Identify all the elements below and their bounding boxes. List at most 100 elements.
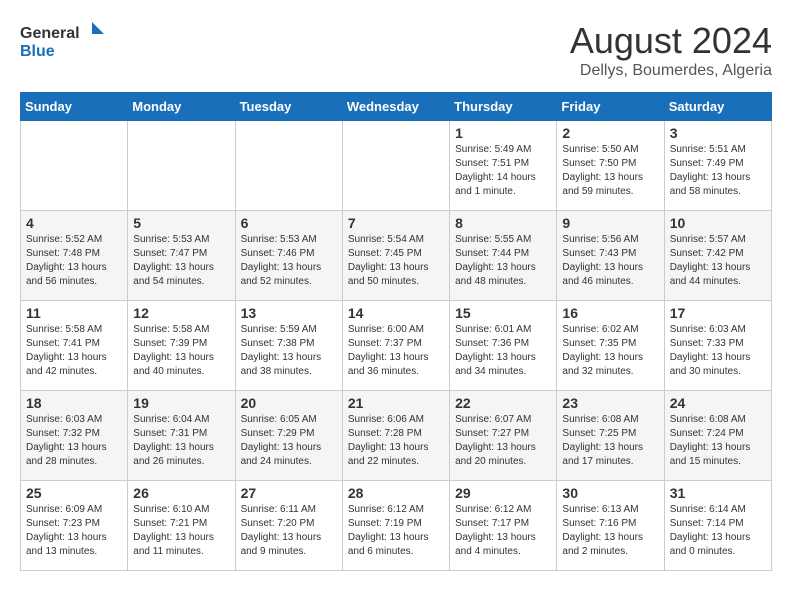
day-cell: 6 Sunrise: 5:53 AM Sunset: 7:46 PM Daylig…	[235, 211, 342, 301]
day-info: Sunrise: 6:03 AM Sunset: 7:32 PM Dayligh…	[26, 413, 122, 469]
day-cell	[128, 121, 235, 211]
day-info: Sunrise: 6:10 AM Sunset: 7:21 PM Dayligh…	[133, 503, 229, 559]
day-info: Sunrise: 6:03 AM Sunset: 7:33 PM Dayligh…	[670, 323, 766, 379]
day-number: 30	[562, 485, 658, 501]
day-cell: 11 Sunrise: 5:58 AM Sunset: 7:41 PM Dayli…	[21, 301, 128, 391]
day-cell: 26 Sunrise: 6:10 AM Sunset: 7:21 PM Dayli…	[128, 481, 235, 571]
day-info: Sunrise: 6:01 AM Sunset: 7:36 PM Dayligh…	[455, 323, 551, 379]
day-info: Sunrise: 6:08 AM Sunset: 7:24 PM Dayligh…	[670, 413, 766, 469]
day-number: 28	[348, 485, 444, 501]
week-row-1: 1 Sunrise: 5:49 AM Sunset: 7:51 PM Daylig…	[21, 121, 772, 211]
header-cell-saturday: Saturday	[664, 93, 771, 121]
day-info: Sunrise: 6:11 AM Sunset: 7:20 PM Dayligh…	[241, 503, 337, 559]
svg-text:General: General	[20, 25, 80, 42]
day-cell: 28 Sunrise: 6:12 AM Sunset: 7:19 PM Dayli…	[342, 481, 449, 571]
logo: General Blue	[20, 20, 110, 65]
day-number: 12	[133, 305, 229, 321]
day-cell: 22Sunrise: 6:07 AM Sunset: 7:27 PM Dayli…	[450, 391, 557, 481]
day-cell: 7 Sunrise: 5:54 AM Sunset: 7:45 PM Daylig…	[342, 211, 449, 301]
day-info: Sunrise: 5:59 AM Sunset: 7:38 PM Dayligh…	[241, 323, 337, 379]
week-row-5: 25Sunrise: 6:09 AM Sunset: 7:23 PM Dayli…	[21, 481, 772, 571]
day-number: 10	[670, 215, 766, 231]
day-info: Sunrise: 6:13 AM Sunset: 7:16 PM Dayligh…	[562, 503, 658, 559]
day-number: 26	[133, 485, 229, 501]
day-number: 23	[562, 395, 658, 411]
day-cell: 3 Sunrise: 5:51 AM Sunset: 7:49 PM Daylig…	[664, 121, 771, 211]
title-block: August 2024 Dellys, Boumerdes, Algeria	[570, 20, 772, 80]
day-cell: 15 Sunrise: 6:01 AM Sunset: 7:36 PM Dayli…	[450, 301, 557, 391]
svg-text:Blue: Blue	[20, 43, 55, 60]
day-cell: 8Sunrise: 5:55 AM Sunset: 7:44 PM Daylig…	[450, 211, 557, 301]
day-info: Sunrise: 6:12 AM Sunset: 7:19 PM Dayligh…	[348, 503, 444, 559]
day-cell: 21 Sunrise: 6:06 AM Sunset: 7:28 PM Dayli…	[342, 391, 449, 481]
day-cell: 10 Sunrise: 5:57 AM Sunset: 7:42 PM Dayli…	[664, 211, 771, 301]
day-info: Sunrise: 6:06 AM Sunset: 7:28 PM Dayligh…	[348, 413, 444, 469]
day-info: Sunrise: 6:12 AM Sunset: 7:17 PM Dayligh…	[455, 503, 551, 559]
day-cell: 30 Sunrise: 6:13 AM Sunset: 7:16 PM Dayli…	[557, 481, 664, 571]
day-info: Sunrise: 6:05 AM Sunset: 7:29 PM Dayligh…	[241, 413, 337, 469]
day-number: 1	[455, 125, 551, 141]
day-number: 25	[26, 485, 122, 501]
location: Dellys, Boumerdes, Algeria	[570, 62, 772, 80]
day-info: Sunrise: 5:53 AM Sunset: 7:47 PM Dayligh…	[133, 233, 229, 289]
day-number: 14	[348, 305, 444, 321]
day-info: Sunrise: 5:58 AM Sunset: 7:39 PM Dayligh…	[133, 323, 229, 379]
day-cell: 20 Sunrise: 6:05 AM Sunset: 7:29 PM Dayli…	[235, 391, 342, 481]
week-row-3: 11 Sunrise: 5:58 AM Sunset: 7:41 PM Dayli…	[21, 301, 772, 391]
day-cell: 17Sunrise: 6:03 AM Sunset: 7:33 PM Dayli…	[664, 301, 771, 391]
header-cell-thursday: Thursday	[450, 93, 557, 121]
day-number: 9	[562, 215, 658, 231]
day-number: 18	[26, 395, 122, 411]
day-cell: 13 Sunrise: 5:59 AM Sunset: 7:38 PM Dayli…	[235, 301, 342, 391]
day-number: 21	[348, 395, 444, 411]
logo-svg: General Blue	[20, 20, 110, 65]
day-number: 15	[455, 305, 551, 321]
day-number: 24	[670, 395, 766, 411]
day-info: Sunrise: 5:57 AM Sunset: 7:42 PM Dayligh…	[670, 233, 766, 289]
day-number: 3	[670, 125, 766, 141]
day-cell: 19 Sunrise: 6:04 AM Sunset: 7:31 PM Dayli…	[128, 391, 235, 481]
day-cell: 18 Sunrise: 6:03 AM Sunset: 7:32 PM Dayli…	[21, 391, 128, 481]
day-info: Sunrise: 5:51 AM Sunset: 7:49 PM Dayligh…	[670, 143, 766, 199]
day-cell: 1 Sunrise: 5:49 AM Sunset: 7:51 PM Daylig…	[450, 121, 557, 211]
month-title: August 2024	[570, 20, 772, 62]
day-number: 13	[241, 305, 337, 321]
day-info: Sunrise: 6:04 AM Sunset: 7:31 PM Dayligh…	[133, 413, 229, 469]
day-cell	[342, 121, 449, 211]
day-number: 11	[26, 305, 122, 321]
day-number: 7	[348, 215, 444, 231]
day-info: Sunrise: 5:50 AM Sunset: 7:50 PM Dayligh…	[562, 143, 658, 199]
day-number: 5	[133, 215, 229, 231]
day-cell: 31 Sunrise: 6:14 AM Sunset: 7:14 PM Dayli…	[664, 481, 771, 571]
day-number: 19	[133, 395, 229, 411]
day-cell	[235, 121, 342, 211]
day-info: Sunrise: 6:07 AM Sunset: 7:27 PM Dayligh…	[455, 413, 551, 469]
day-info: Sunrise: 6:14 AM Sunset: 7:14 PM Dayligh…	[670, 503, 766, 559]
calendar-table: SundayMondayTuesdayWednesdayThursdayFrid…	[20, 92, 772, 571]
calendar-header: SundayMondayTuesdayWednesdayThursdayFrid…	[21, 93, 772, 121]
day-number: 6	[241, 215, 337, 231]
day-cell: 2 Sunrise: 5:50 AM Sunset: 7:50 PM Daylig…	[557, 121, 664, 211]
day-cell: 5 Sunrise: 5:53 AM Sunset: 7:47 PM Daylig…	[128, 211, 235, 301]
day-number: 16	[562, 305, 658, 321]
day-info: Sunrise: 5:53 AM Sunset: 7:46 PM Dayligh…	[241, 233, 337, 289]
day-info: Sunrise: 5:49 AM Sunset: 7:51 PM Dayligh…	[455, 143, 551, 199]
day-info: Sunrise: 5:54 AM Sunset: 7:45 PM Dayligh…	[348, 233, 444, 289]
day-number: 2	[562, 125, 658, 141]
day-number: 20	[241, 395, 337, 411]
day-number: 4	[26, 215, 122, 231]
header-cell-monday: Monday	[128, 93, 235, 121]
day-info: Sunrise: 5:58 AM Sunset: 7:41 PM Dayligh…	[26, 323, 122, 379]
day-cell: 16Sunrise: 6:02 AM Sunset: 7:35 PM Dayli…	[557, 301, 664, 391]
header-cell-sunday: Sunday	[21, 93, 128, 121]
header-cell-wednesday: Wednesday	[342, 93, 449, 121]
day-info: Sunrise: 6:08 AM Sunset: 7:25 PM Dayligh…	[562, 413, 658, 469]
day-cell: 27Sunrise: 6:11 AM Sunset: 7:20 PM Dayli…	[235, 481, 342, 571]
day-cell: 25Sunrise: 6:09 AM Sunset: 7:23 PM Dayli…	[21, 481, 128, 571]
day-number: 31	[670, 485, 766, 501]
day-cell: 23 Sunrise: 6:08 AM Sunset: 7:25 PM Dayli…	[557, 391, 664, 481]
day-number: 8	[455, 215, 551, 231]
day-cell	[21, 121, 128, 211]
day-number: 29	[455, 485, 551, 501]
day-cell: 29 Sunrise: 6:12 AM Sunset: 7:17 PM Dayli…	[450, 481, 557, 571]
